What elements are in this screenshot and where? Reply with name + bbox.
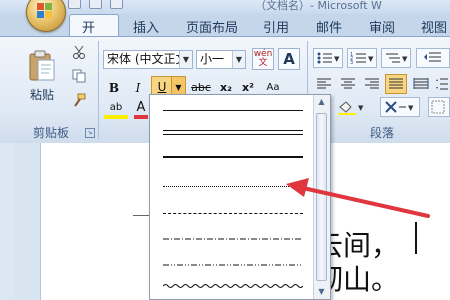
annotation-arrow-icon: [286, 178, 430, 218]
